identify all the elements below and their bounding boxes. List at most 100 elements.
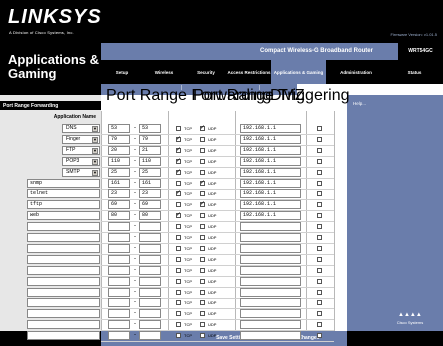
tcp-checkbox[interactable] (176, 322, 181, 327)
to-ip-address-input[interactable] (240, 244, 301, 253)
start-port-input[interactable]: 110 (108, 157, 130, 166)
to-ip-address-input[interactable]: 192.168.1.1 (240, 135, 301, 144)
start-port-input[interactable] (108, 288, 130, 297)
end-port-input[interactable] (139, 255, 161, 264)
enabled-checkbox[interactable] (317, 126, 322, 131)
udp-checkbox[interactable] (200, 213, 205, 218)
app-select-dns[interactable]: DNS ▼ (62, 124, 100, 133)
end-port-input[interactable] (139, 233, 161, 242)
app-name-input[interactable] (27, 255, 100, 264)
tcp-checkbox[interactable] (176, 257, 181, 262)
to-ip-address-input[interactable]: 192.168.1.1 (240, 157, 301, 166)
end-port-input[interactable] (139, 331, 161, 340)
tcp-checkbox[interactable] (176, 235, 181, 240)
to-ip-address-input[interactable]: 192.168.1.1 (240, 146, 301, 155)
tcp-checkbox[interactable] (176, 290, 181, 295)
app-select-finger[interactable]: Finger ▼ (62, 135, 100, 144)
udp-checkbox[interactable] (200, 200, 205, 207)
udp-checkbox[interactable] (200, 246, 205, 251)
tcp-checkbox[interactable] (176, 126, 181, 131)
enabled-checkbox[interactable] (317, 191, 322, 196)
end-port-input[interactable]: 53 (139, 124, 161, 133)
udp-checkbox[interactable] (200, 268, 205, 273)
app-name-input[interactable] (27, 298, 100, 307)
tcp-checkbox[interactable] (176, 268, 181, 273)
tcp-checkbox[interactable] (176, 168, 181, 175)
tcp-checkbox[interactable] (176, 146, 181, 153)
nav-applications-gaming[interactable]: Applications & Gaming (271, 60, 326, 84)
enabled-checkbox[interactable] (317, 224, 322, 229)
udp-checkbox[interactable] (200, 137, 205, 142)
start-port-input[interactable]: 25 (108, 168, 130, 177)
chevron-down-icon[interactable]: ▼ (92, 148, 98, 154)
enabled-checkbox[interactable] (317, 137, 322, 142)
app-name-input[interactable]: tftp (27, 200, 100, 209)
udp-checkbox[interactable] (200, 333, 205, 338)
enabled-checkbox[interactable] (317, 170, 322, 175)
udp-checkbox[interactable] (200, 279, 205, 284)
nav-access-restrictions[interactable]: Access Restrictions (227, 60, 271, 84)
end-port-input[interactable] (139, 309, 161, 318)
udp-checkbox[interactable] (200, 300, 205, 305)
tcp-checkbox[interactable] (176, 311, 181, 316)
to-ip-address-input[interactable]: 192.168.1.1 (240, 179, 301, 188)
start-port-input[interactable]: 23 (108, 189, 130, 198)
help-link[interactable]: Help... (353, 101, 366, 106)
udp-checkbox[interactable] (200, 124, 205, 131)
start-port-input[interactable] (108, 277, 130, 286)
tcp-checkbox[interactable] (176, 279, 181, 284)
nav-status[interactable]: Status (386, 60, 443, 84)
start-port-input[interactable]: 79 (108, 135, 130, 144)
enabled-checkbox[interactable] (317, 246, 322, 251)
tcp-checkbox[interactable] (176, 181, 181, 186)
enabled-checkbox[interactable] (317, 257, 322, 262)
start-port-input[interactable] (108, 233, 130, 242)
end-port-input[interactable] (139, 266, 161, 275)
to-ip-address-input[interactable]: 192.168.1.1 (240, 124, 301, 133)
start-port-input[interactable]: 69 (108, 200, 130, 209)
start-port-input[interactable]: 161 (108, 179, 130, 188)
chevron-down-icon[interactable]: ▼ (92, 159, 98, 165)
subnav-dmz[interactable]: DMZ (270, 87, 305, 105)
end-port-input[interactable] (139, 277, 161, 286)
app-name-input[interactable]: snmp (27, 179, 100, 188)
end-port-input[interactable]: 80 (139, 211, 161, 220)
to-ip-address-input[interactable]: 192.168.1.1 (240, 189, 301, 198)
app-name-input[interactable] (27, 309, 100, 318)
app-name-input[interactable] (27, 331, 100, 340)
app-name-input[interactable] (27, 266, 100, 275)
udp-checkbox[interactable] (200, 170, 205, 175)
nav-wireless[interactable]: Wireless (143, 60, 185, 84)
app-name-input[interactable] (27, 288, 100, 297)
start-port-input[interactable] (108, 309, 130, 318)
to-ip-address-input[interactable]: 192.168.1.1 (240, 168, 301, 177)
udp-checkbox[interactable] (200, 235, 205, 240)
enabled-checkbox[interactable] (317, 311, 322, 316)
end-port-input[interactable] (139, 222, 161, 231)
start-port-input[interactable] (108, 222, 130, 231)
start-port-input[interactable] (108, 298, 130, 307)
enabled-checkbox[interactable] (317, 148, 322, 153)
start-port-input[interactable] (108, 331, 130, 340)
to-ip-address-input[interactable] (240, 233, 301, 242)
end-port-input[interactable]: 161 (139, 179, 161, 188)
to-ip-address-input[interactable] (240, 277, 301, 286)
end-port-input[interactable] (139, 320, 161, 329)
start-port-input[interactable] (108, 320, 130, 329)
udp-checkbox[interactable] (200, 224, 205, 229)
end-port-input[interactable] (139, 298, 161, 307)
nav-security[interactable]: Security (185, 60, 227, 84)
udp-checkbox[interactable] (200, 322, 205, 327)
end-port-input[interactable]: 21 (139, 146, 161, 155)
start-port-input[interactable]: 20 (108, 146, 130, 155)
end-port-input[interactable]: 23 (139, 189, 161, 198)
to-ip-address-input[interactable] (240, 331, 301, 340)
end-port-input[interactable]: 110 (139, 157, 161, 166)
end-port-input[interactable] (139, 244, 161, 253)
start-port-input[interactable] (108, 266, 130, 275)
tcp-checkbox[interactable] (176, 189, 181, 196)
app-name-input[interactable] (27, 244, 100, 253)
start-port-input[interactable] (108, 244, 130, 253)
start-port-input[interactable] (108, 255, 130, 264)
enabled-checkbox[interactable] (317, 300, 322, 305)
